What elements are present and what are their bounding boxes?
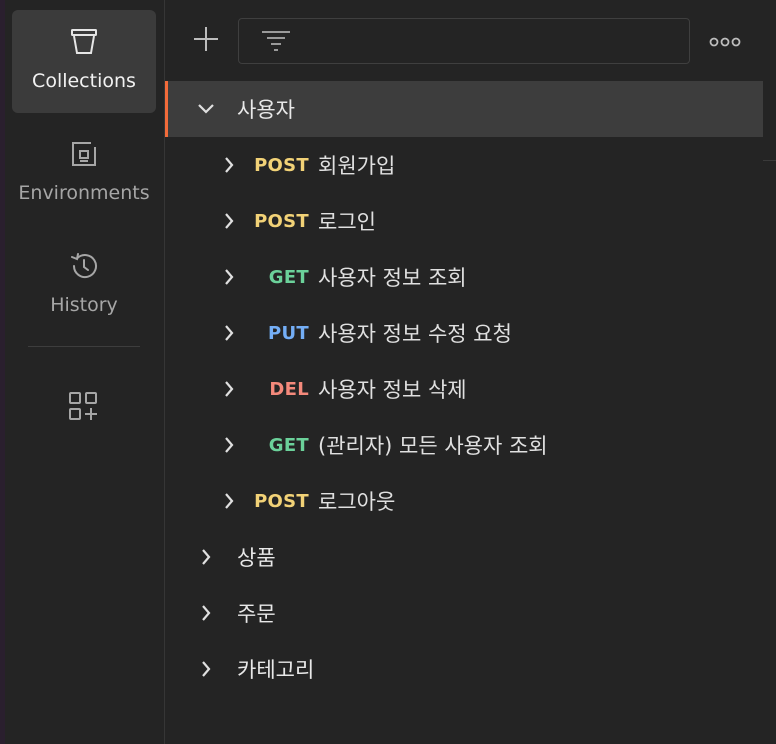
chevron-right-icon[interactable] [219,211,239,231]
new-collection-button[interactable] [189,24,223,58]
collection-tree: 사용자 POST 회원가입 POST 로그인 GET 사용자 정보 조회 PUT… [165,81,763,697]
chevron-right-icon[interactable] [219,435,239,455]
chevron-right-icon[interactable] [196,659,216,679]
request-admin-list-users[interactable]: GET (관리자) 모든 사용자 조회 [165,417,763,473]
chevron-right-icon[interactable] [196,547,216,567]
chevron-right-icon[interactable] [219,491,239,511]
method-badge: GET [268,434,309,456]
sidebar: Collections Environments History [5,0,165,744]
collections-icon [68,26,100,58]
add-apps-button[interactable] [66,391,100,425]
request-name: 사용자 정보 조회 [318,266,467,290]
chevron-right-icon[interactable] [219,267,239,287]
method-badge: POST [254,154,309,176]
sidebar-item-label: Environments [18,182,150,204]
plus-icon [192,25,220,57]
request-get-user[interactable]: GET 사용자 정보 조회 [165,249,763,305]
panel-edge-line [763,160,776,161]
filter-input[interactable] [291,21,689,61]
request-name: 사용자 정보 삭제 [318,378,467,402]
more-icon [709,33,741,52]
request-delete-user[interactable]: DEL 사용자 정보 삭제 [165,361,763,417]
folder-users[interactable]: 사용자 [165,81,763,137]
sidebar-item-collections[interactable]: Collections [12,10,156,113]
chevron-right-icon[interactable] [219,379,239,399]
chevron-right-icon[interactable] [196,603,216,623]
chevron-right-icon[interactable] [219,323,239,343]
request-name: 로그아웃 [318,490,396,514]
request-signup[interactable]: POST 회원가입 [165,137,763,193]
method-badge: DEL [269,378,309,400]
request-name: 회원가입 [318,154,396,178]
chevron-down-icon[interactable] [196,99,216,119]
folder-label: 상품 [237,546,276,570]
app-window: Collections Environments History 사용자 POS… [0,0,776,744]
request-login[interactable]: POST 로그인 [165,193,763,249]
folder-orders[interactable]: 주문 [165,585,763,641]
sidebar-divider [28,346,140,347]
request-name: (관리자) 모든 사용자 조회 [318,434,548,458]
sidebar-item-history[interactable]: History [12,234,156,337]
method-badge: POST [254,210,309,232]
filter-field[interactable] [238,18,690,64]
sidebar-item-label: History [50,294,118,316]
sidebar-item-environments[interactable]: Environments [12,122,156,225]
filter-icon [261,28,291,54]
method-badge: POST [254,490,309,512]
folder-categories[interactable]: 카테고리 [165,641,763,697]
folder-label: 주문 [237,602,276,626]
environments-icon [68,138,100,170]
history-icon [68,250,100,282]
chevron-right-icon[interactable] [219,155,239,175]
method-badge: PUT [268,322,309,344]
folder-label: 사용자 [237,98,295,122]
request-update-user[interactable]: PUT 사용자 정보 수정 요청 [165,305,763,361]
request-logout[interactable]: POST 로그아웃 [165,473,763,529]
more-actions-button[interactable] [705,28,745,56]
folder-products[interactable]: 상품 [165,529,763,585]
method-badge: GET [268,266,309,288]
collections-panel: 사용자 POST 회원가입 POST 로그인 GET 사용자 정보 조회 PUT… [165,0,776,744]
request-name: 사용자 정보 수정 요청 [318,322,512,346]
sidebar-item-label: Collections [32,70,136,92]
add-apps-icon [67,390,99,426]
request-name: 로그인 [318,210,376,234]
folder-label: 카테고리 [237,658,315,682]
